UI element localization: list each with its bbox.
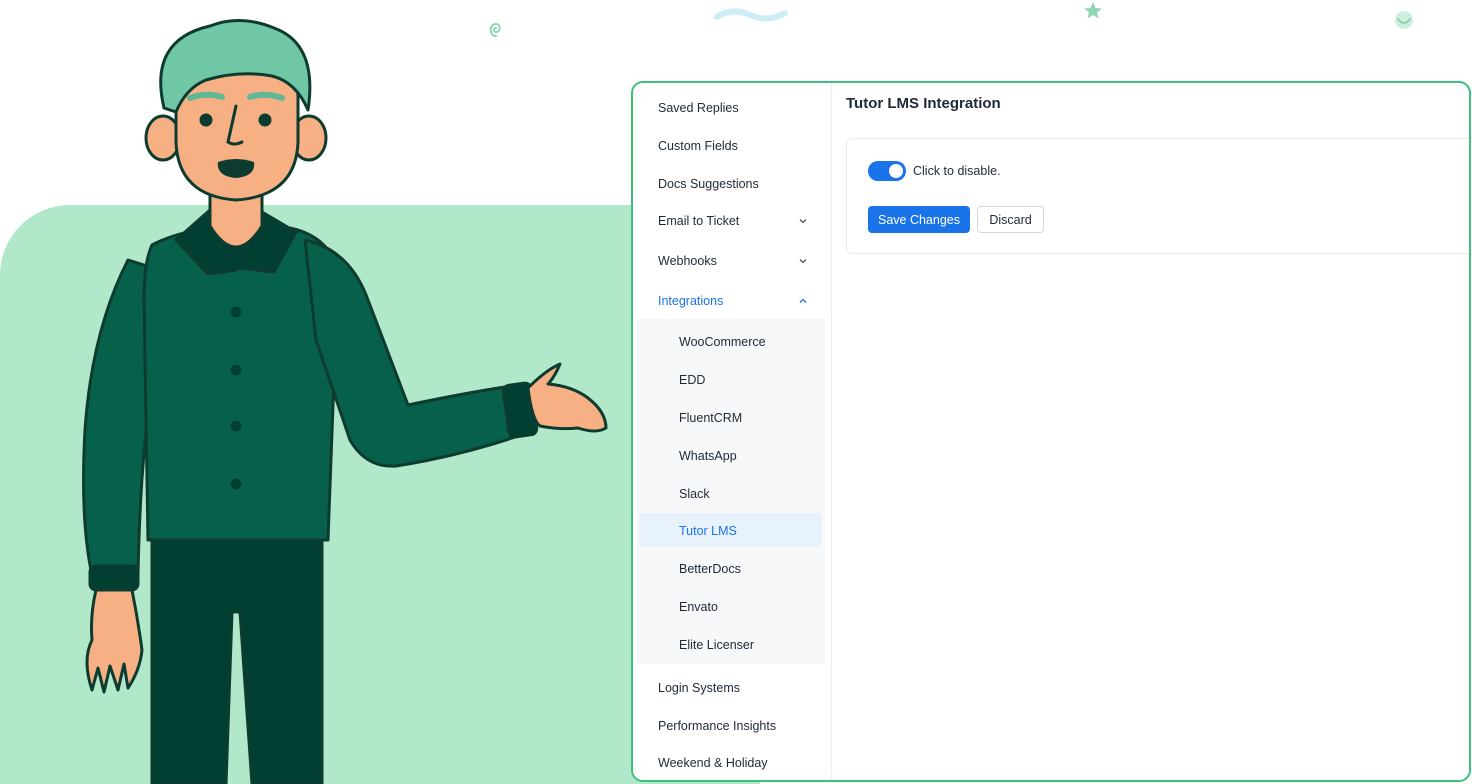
cloud-wave-icon: [714, 8, 788, 22]
sidebar-item-label: Email to Ticket: [658, 214, 740, 228]
toggle-knob: [889, 164, 903, 178]
sidebar-item-weekend-holiday[interactable]: Weekend & Holiday: [658, 748, 808, 778]
chevron-up-icon[interactable]: [798, 296, 808, 306]
sidebar-item-label: Login Systems: [658, 681, 740, 695]
sidebar-subitem-label: Tutor LMS: [679, 524, 737, 538]
sidebar-item-email-to-ticket[interactable]: Email to Ticket: [658, 206, 808, 236]
chevron-down-icon[interactable]: [798, 216, 808, 226]
settings-panel: Saved Replies Custom Fields Docs Suggest…: [631, 81, 1471, 782]
chevron-down-icon[interactable]: [798, 256, 808, 266]
sidebar-item-label: Weekend & Holiday: [658, 756, 768, 770]
sidebar-item-saved-replies[interactable]: Saved Replies: [658, 93, 808, 123]
sidebar-item-webhooks[interactable]: Webhooks: [658, 246, 808, 276]
star-icon: [1084, 2, 1102, 19]
sidebar-subitem-betterdocs[interactable]: BetterDocs: [679, 554, 819, 584]
sidebar-subitem-slack[interactable]: Slack: [679, 479, 819, 509]
page-title: Tutor LMS Integration: [846, 95, 1001, 112]
enable-integration-toggle[interactable]: [868, 161, 906, 181]
sidebar-subitem-tutor-lms[interactable]: Tutor LMS: [679, 516, 819, 546]
discard-button[interactable]: Discard: [977, 206, 1044, 233]
sidebar-item-label: Saved Replies: [658, 101, 739, 115]
sidebar-subitem-label: FluentCRM: [679, 411, 743, 425]
integration-settings-card: Click to disable. Save Changes Discard: [846, 138, 1469, 254]
sidebar-item-label: Performance Insights: [658, 719, 777, 733]
sidebar-item-docs-suggestions[interactable]: Docs Suggestions: [658, 169, 808, 199]
sidebar-subitem-label: WooCommerce: [679, 335, 766, 349]
toggle-label: Click to disable.: [913, 164, 1001, 178]
sidebar-subitem-envato[interactable]: Envato: [679, 592, 819, 622]
sidebar-subitem-fluentcrm[interactable]: FluentCRM: [679, 403, 819, 433]
sidebar-subitem-label: Slack: [679, 487, 710, 501]
sidebar-item-label: Custom Fields: [658, 139, 738, 153]
sidebar-subitem-edd[interactable]: EDD: [679, 365, 819, 395]
sidebar-item-label: Integrations: [658, 294, 724, 308]
bubble-icon: [1395, 11, 1413, 29]
sidebar-subitem-label: Elite Licenser: [679, 638, 755, 652]
character-illustration: [82, 18, 608, 784]
sidebar-item-custom-fields[interactable]: Custom Fields: [658, 131, 808, 161]
sidebar-subitem-woocommerce[interactable]: WooCommerce: [679, 327, 819, 357]
sidebar-subitem-label: EDD: [679, 373, 706, 387]
sidebar-item-integrations[interactable]: Integrations: [658, 286, 808, 316]
sidebar-subitem-label: Envato: [679, 600, 718, 614]
sidebar-subitem-label: WhatsApp: [679, 449, 737, 463]
sidebar-item-label: Docs Suggestions: [658, 177, 759, 191]
sidebar-item-label: Webhooks: [658, 254, 717, 268]
sidebar-item-performance-insights[interactable]: Performance Insights: [658, 711, 808, 741]
sidebar-subitem-label: BetterDocs: [679, 562, 741, 576]
save-changes-button[interactable]: Save Changes: [868, 206, 970, 233]
sidebar-subitem-whatsapp[interactable]: WhatsApp: [679, 441, 819, 471]
sidebar-item-login-systems[interactable]: Login Systems: [658, 673, 808, 703]
sidebar-subitem-elite-licenser[interactable]: Elite Licenser: [679, 630, 819, 660]
settings-sidebar: Saved Replies Custom Fields Docs Suggest…: [633, 83, 832, 780]
